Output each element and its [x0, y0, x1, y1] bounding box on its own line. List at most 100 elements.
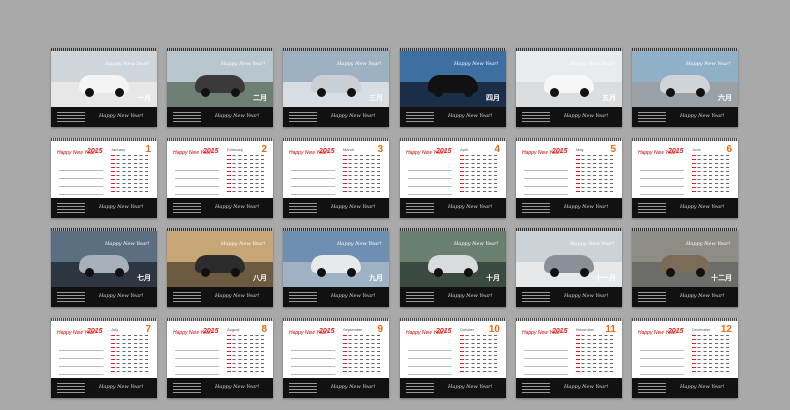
footer-greeting: Happy New Year! — [331, 204, 376, 210]
year-label: 2015 — [668, 148, 684, 155]
month-number: 5 — [610, 144, 616, 155]
month-mark: 十月 — [486, 275, 500, 282]
car-wheel-rear — [231, 268, 240, 277]
year-label: 2015 — [319, 148, 335, 155]
footer-greeting: Happy New Year! — [99, 113, 144, 119]
notes-lines — [524, 343, 568, 375]
month-number: 3 — [377, 144, 383, 155]
sunday-column — [692, 335, 696, 375]
footer-greeting: Happy New Year! — [564, 384, 609, 390]
footer-greeting: Happy New Year! — [448, 113, 493, 119]
greeting-text: Happy New Year! — [221, 241, 266, 247]
calendar-page: Happy New Year! 2015 September 9 — [283, 321, 389, 379]
footer-fine-print — [289, 112, 317, 122]
footer-greeting: Happy New Year! — [331, 384, 376, 390]
footer-greeting: Happy New Year! — [215, 384, 260, 390]
footer-strip: Happy New Year! — [516, 107, 622, 127]
date-grid — [576, 155, 616, 195]
month-number: 1 — [145, 144, 151, 155]
footer-fine-print — [638, 292, 666, 302]
footer-greeting: Happy New Year! — [564, 293, 609, 299]
sunday-column — [111, 335, 115, 375]
calendar-page: Happy New Year! 2015 February 2 — [167, 141, 273, 199]
car-photo: Happy New Year! 九月 — [283, 231, 389, 287]
footer-strip: Happy New Year! — [400, 378, 506, 398]
car-wheel-front — [550, 268, 559, 277]
footer-fine-print — [57, 383, 85, 393]
footer-fine-print — [173, 292, 201, 302]
month-mark: 十二月 — [711, 275, 732, 282]
notes-lines — [59, 163, 103, 195]
date-grid — [343, 155, 383, 195]
footer-fine-print — [638, 112, 666, 122]
greeting-text: Happy New Year! — [570, 61, 615, 67]
footer-greeting: Happy New Year! — [331, 293, 376, 299]
calendar-card: Happy New Year! 2015 June 6 Happy New Year! — [632, 138, 738, 218]
sunday-column — [343, 155, 347, 195]
calendar-card: Happy New Year! 2015 May 5 Happy New Year! — [516, 138, 622, 218]
car-wheel-front — [201, 88, 210, 97]
photo-card: Happy New Year! 二月 Happy New Year! — [167, 48, 273, 127]
photo-card: Happy New Year! 五月 Happy New Year! — [516, 48, 622, 127]
calendar-page: Happy New Year! 2015 March 3 — [283, 141, 389, 199]
car-wheel-rear — [464, 268, 473, 277]
footer-fine-print — [638, 203, 666, 213]
footer-fine-print — [522, 203, 550, 213]
photo-card: Happy New Year! 一月 Happy New Year! — [51, 48, 157, 127]
footer-fine-print — [57, 292, 85, 302]
footer-fine-print — [57, 112, 85, 122]
calendar-card: Happy New Year! 2015 April 4 Happy New Year! — [400, 138, 506, 218]
month-mark: 二月 — [253, 95, 267, 102]
month-name: December — [692, 327, 711, 332]
footer-fine-print — [173, 112, 201, 122]
date-grid — [460, 335, 500, 375]
notes-lines — [640, 343, 684, 375]
month-number: 12 — [720, 324, 732, 335]
car-wheel-front — [85, 268, 94, 277]
footer-fine-print — [638, 383, 666, 393]
calendar-page: Happy New Year! 2015 August 8 — [167, 321, 273, 379]
footer-fine-print — [289, 383, 317, 393]
car-wheel-rear — [696, 268, 705, 277]
photo-card: Happy New Year! 七月 Happy New Year! — [51, 228, 157, 307]
car-wheel-rear — [347, 88, 356, 97]
footer-strip: Happy New Year! — [632, 378, 738, 398]
car-wheel-front — [201, 268, 210, 277]
month-mark: 五月 — [602, 95, 616, 102]
car-wheel-rear — [231, 88, 240, 97]
footer-fine-print — [57, 203, 85, 213]
car-wheel-rear — [464, 88, 473, 97]
calendar-page: Happy New Year! 2015 July 7 — [51, 321, 157, 379]
month-name: March — [343, 147, 355, 152]
month-name: September — [343, 327, 363, 332]
calendar-page: Happy New Year! 2015 December 12 — [632, 321, 738, 379]
date-grid — [111, 335, 151, 375]
notes-lines — [640, 163, 684, 195]
photo-card: Happy New Year! 十月 Happy New Year! — [400, 228, 506, 307]
footer-fine-print — [522, 292, 550, 302]
car-wheel-rear — [696, 88, 705, 97]
month-number: 11 — [605, 324, 616, 335]
month-number: 10 — [488, 324, 500, 335]
calendar-card: Happy New Year! 2015 September 9 Happy New Y… — [283, 318, 389, 398]
footer-fine-print — [406, 292, 434, 302]
car-wheel-front — [434, 88, 443, 97]
notes-lines — [59, 343, 103, 375]
notes-lines — [175, 343, 219, 375]
car-wheel-rear — [347, 268, 356, 277]
footer-strip: Happy New Year! — [51, 198, 157, 218]
date-grid — [227, 155, 267, 195]
month-name: April — [460, 147, 469, 152]
sunday-column — [460, 335, 464, 375]
footer-strip: Happy New Year! — [283, 107, 389, 127]
date-grid — [692, 335, 732, 375]
notes-lines — [291, 343, 335, 375]
car-photo: Happy New Year! 八月 — [167, 231, 273, 287]
greeting-text: Happy New Year! — [686, 61, 731, 67]
footer-fine-print — [406, 383, 434, 393]
footer-fine-print — [289, 292, 317, 302]
sunday-column — [227, 335, 231, 375]
greeting-text: Happy New Year! — [105, 241, 150, 247]
photo-card: Happy New Year! 十二月 Happy New Year! — [632, 228, 738, 307]
year-label: 2015 — [87, 148, 103, 155]
